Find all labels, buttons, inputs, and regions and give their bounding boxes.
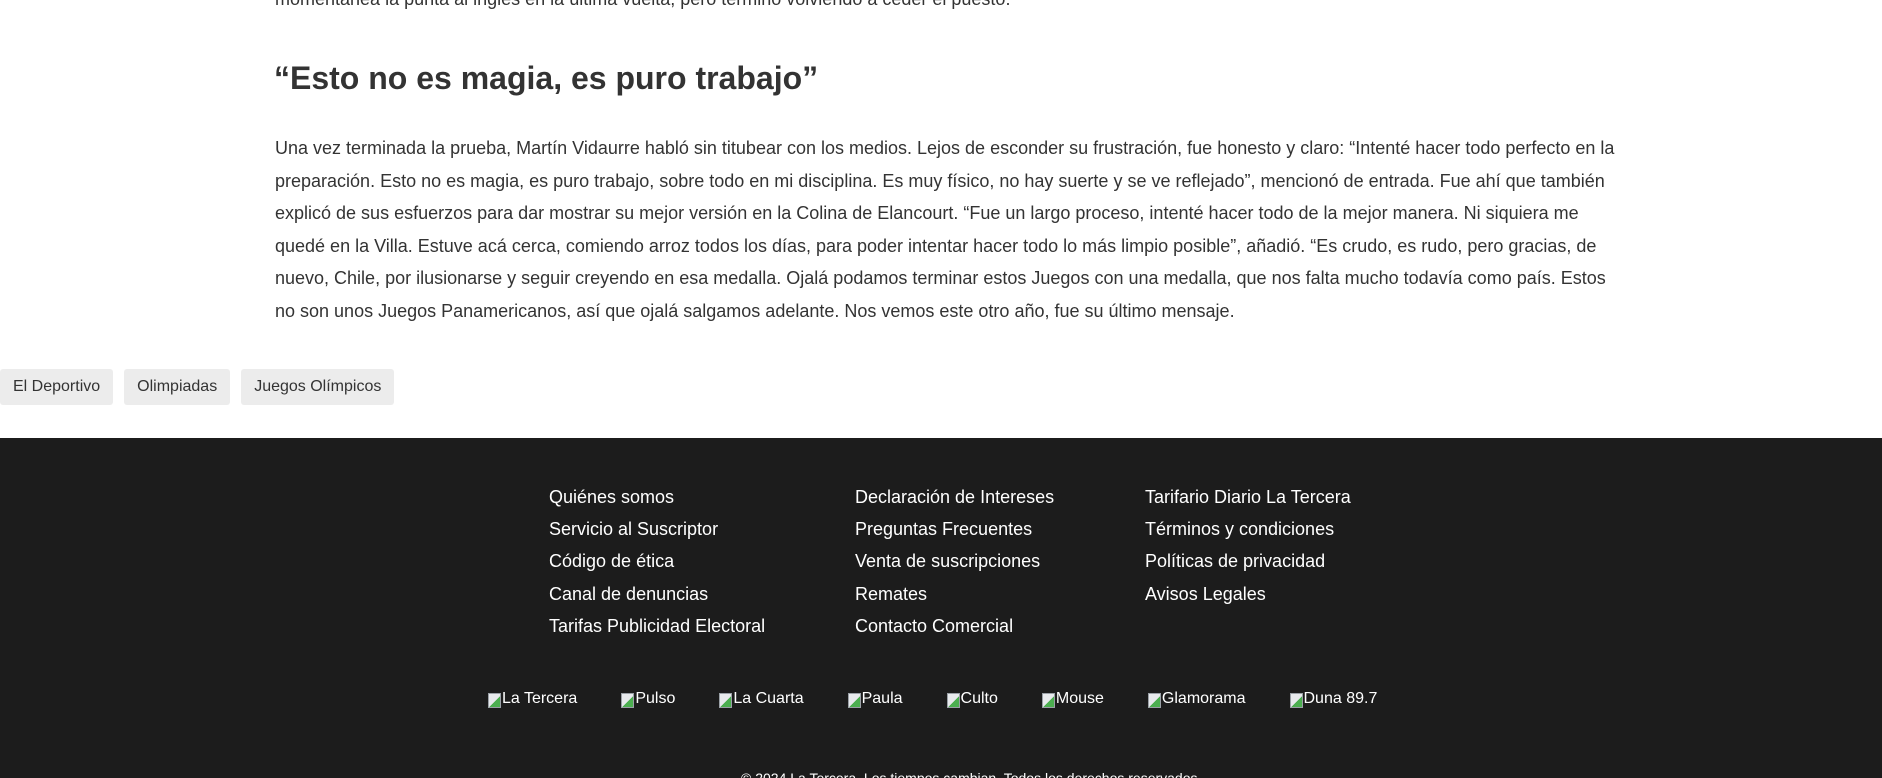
- tag-el-deportivo[interactable]: El Deportivo: [0, 369, 114, 405]
- footer-link-servicio-suscriptor[interactable]: Servicio al Suscriptor: [549, 519, 718, 539]
- footer-link-codigo-etica[interactable]: Código de ética: [549, 551, 674, 571]
- page: momentánea la punta al inglés en la últi…: [0, 0, 1882, 778]
- brand-alt-text: La Cuarta: [733, 690, 804, 707]
- footer-links-column-2: Declaración de Intereses Preguntas Frecu…: [855, 481, 1054, 642]
- footer-link-canal-denuncias[interactable]: Canal de denuncias: [549, 584, 708, 604]
- brand-link-la-cuarta[interactable]: La Cuarta: [719, 690, 804, 708]
- brand-link-pulso[interactable]: Pulso: [621, 690, 675, 708]
- tag-list: El Deportivo Olimpiadas Juegos Olímpicos: [0, 369, 395, 405]
- broken-image-icon: [621, 692, 635, 708]
- article-paragraph: Una vez terminada la prueba, Martín Vida…: [275, 138, 1615, 321]
- broken-image-icon: [1041, 692, 1055, 708]
- brand-alt-text: Paula: [861, 690, 903, 707]
- brand-alt-text: Culto: [960, 690, 998, 707]
- brand-link-duna[interactable]: Duna 89.7: [1289, 690, 1378, 708]
- broken-image-icon: [1289, 692, 1303, 708]
- footer-link-terminos[interactable]: Términos y condiciones: [1145, 519, 1334, 539]
- broken-image-icon: [719, 692, 733, 708]
- brand-link-culto[interactable]: Culto: [946, 690, 998, 708]
- footer-link-contacto-comercial[interactable]: Contacto Comercial: [855, 616, 1013, 636]
- brand-alt-text: Duna 89.7: [1303, 690, 1378, 707]
- brand-logos: La Tercera Pulso La Cuarta Paula Culto M…: [488, 688, 1377, 710]
- broken-image-icon: [488, 692, 501, 708]
- copyright-text: © 2024 La Tercera. Los tiempos cambian. …: [741, 770, 1202, 778]
- brand-link-mouse[interactable]: Mouse: [1041, 690, 1104, 708]
- brand-alt-text: Pulso: [635, 690, 676, 707]
- brand-alt-text: Mouse: [1055, 690, 1104, 707]
- broken-image-icon: [946, 692, 960, 708]
- brand-alt-text: Glamorama: [1161, 690, 1246, 707]
- footer-link-tarifario[interactable]: Tarifario Diario La Tercera: [1145, 487, 1351, 507]
- broken-image-icon: [847, 692, 861, 708]
- footer-links-column-3: Tarifario Diario La Tercera Términos y c…: [1145, 481, 1351, 610]
- tag-olimpiadas[interactable]: Olimpiadas: [124, 369, 231, 405]
- footer-link-preguntas-frecuentes[interactable]: Preguntas Frecuentes: [855, 519, 1032, 539]
- footer-link-venta-suscripciones[interactable]: Venta de suscripciones: [855, 551, 1040, 571]
- brand-link-glamorama[interactable]: Glamorama: [1147, 690, 1246, 708]
- footer-link-remates[interactable]: Remates: [855, 584, 927, 604]
- section-heading: “Esto no es magia, es puro trabajo”: [274, 60, 819, 96]
- footer-link-quienes-somos[interactable]: Quiénes somos: [549, 487, 674, 507]
- brand-alt-text: La Tercera: [502, 690, 578, 707]
- footer-links-column-1: Quiénes somos Servicio al Suscriptor Cód…: [549, 481, 765, 642]
- tag-juegos-olimpicos[interactable]: Juegos Olímpicos: [241, 369, 395, 405]
- previous-paragraph-line: momentánea la punta al inglés en la últi…: [275, 0, 1010, 11]
- brand-link-paula[interactable]: Paula: [847, 690, 903, 708]
- brand-link-la-tercera[interactable]: La Tercera: [488, 690, 577, 708]
- site-footer: Quiénes somos Servicio al Suscriptor Cód…: [0, 438, 1882, 778]
- footer-link-privacidad[interactable]: Políticas de privacidad: [1145, 551, 1325, 571]
- footer-link-declaracion-intereses[interactable]: Declaración de Intereses: [855, 487, 1054, 507]
- footer-link-tarifas-publicidad[interactable]: Tarifas Publicidad Electoral: [549, 616, 765, 636]
- footer-link-avisos-legales[interactable]: Avisos Legales: [1145, 584, 1266, 604]
- broken-image-icon: [1147, 692, 1161, 708]
